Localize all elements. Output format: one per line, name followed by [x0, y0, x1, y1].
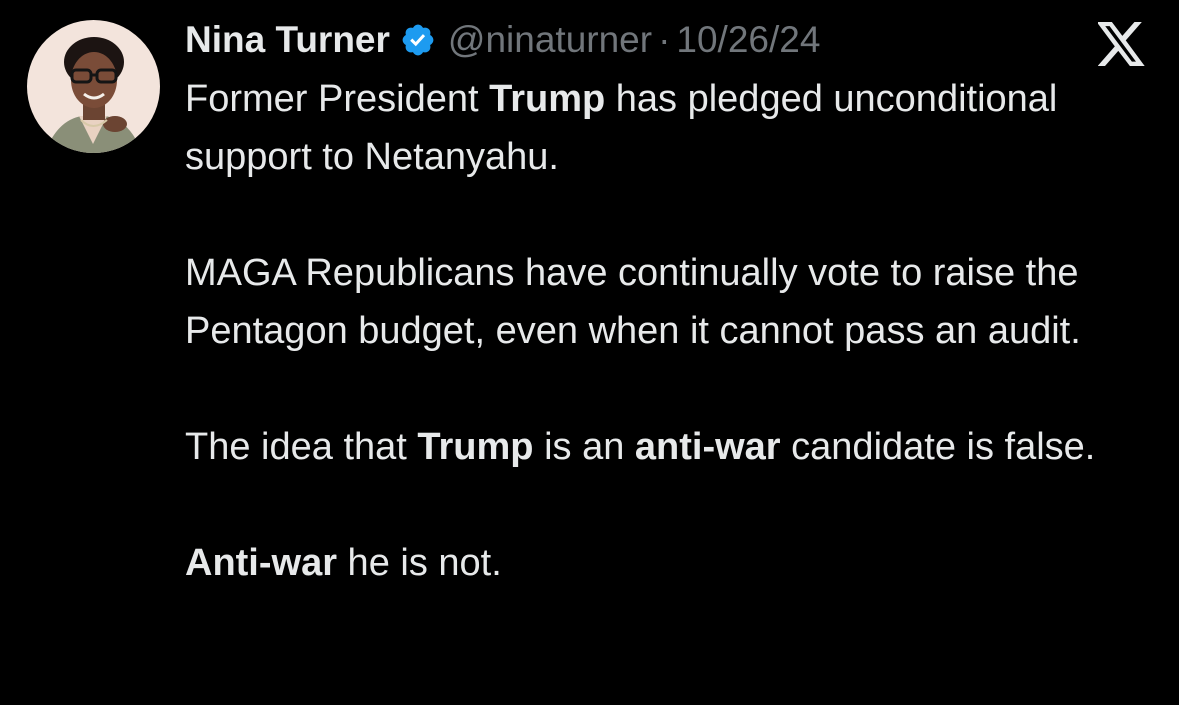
text-segment: is an	[533, 426, 635, 468]
separator-dot: ·	[658, 19, 671, 60]
tweet-paragraph-2: MAGA Republicans have continually vote t…	[185, 244, 1160, 360]
text-segment: MAGA Republicans have continually vote t…	[185, 252, 1081, 352]
tweet-paragraph-3: The idea that Trump is an anti-war candi…	[185, 418, 1160, 476]
tweet-paragraph-1: Former President Trump has pledged uncon…	[185, 70, 1160, 186]
avatar-image	[27, 20, 160, 153]
tweet-date[interactable]: 10/26/24	[676, 19, 820, 61]
author-handle[interactable]: @ninaturner	[448, 19, 652, 61]
tweet-card: Nina Turner @ninaturner · 10/26/24 Forme…	[0, 0, 1179, 705]
verified-badge-icon	[400, 22, 436, 58]
author-name[interactable]: Nina Turner	[185, 19, 390, 61]
text-segment: he is not.	[337, 542, 502, 584]
text-bold-segment: Trump	[417, 426, 534, 468]
text-segment: Former President	[185, 78, 490, 120]
text-bold-segment: anti-war	[634, 426, 781, 468]
tweet-header: Nina Turner @ninaturner · 10/26/24	[185, 14, 820, 66]
text-segment: The idea that	[185, 426, 418, 468]
text-segment: candidate is false.	[780, 426, 1096, 468]
tweet-text: Former President Trump has pledged uncon…	[185, 70, 1160, 592]
text-bold-segment: Trump	[489, 78, 606, 120]
x-logo-icon[interactable]	[1096, 22, 1146, 66]
tweet-paragraph-4: Anti-war he is not.	[185, 534, 1160, 592]
text-bold-segment: Anti-war	[185, 542, 337, 584]
avatar[interactable]	[27, 20, 160, 153]
